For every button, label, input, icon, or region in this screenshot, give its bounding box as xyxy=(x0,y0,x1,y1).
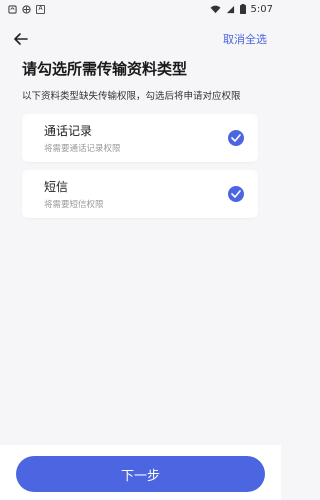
item-label: 通话记录 xyxy=(44,124,93,138)
data-type-item-call-log[interactable]: 通话记录 将需要通话记录权限 xyxy=(22,114,258,162)
next-step-button[interactable]: 下一步 xyxy=(16,456,265,492)
status-left: A xyxy=(8,4,45,14)
a-icon: A xyxy=(36,4,45,14)
wifi-icon xyxy=(210,5,221,14)
back-arrow-icon xyxy=(14,30,28,49)
item-description: 将需要通话记录权限 xyxy=(44,144,121,154)
app-icon xyxy=(22,4,31,14)
status-right: 5:07 xyxy=(210,4,273,15)
page-title: 请勾选所需传输资料类型 xyxy=(22,60,188,78)
data-type-item-sms[interactable]: 短信 将需要短信权限 xyxy=(22,170,258,218)
notification-icon xyxy=(8,4,17,14)
signal-icon xyxy=(226,5,235,14)
checkmark-icon[interactable] xyxy=(228,130,244,146)
checkmark-icon[interactable] xyxy=(228,186,244,202)
item-description: 将需要短信权限 xyxy=(44,200,104,210)
item-label: 短信 xyxy=(44,180,69,194)
top-bar: 取消全选 xyxy=(0,26,281,52)
page-subtitle: 以下资料类型缺失传输权限，勾选后将申请对应权限 xyxy=(22,91,241,102)
status-time: 5:07 xyxy=(250,3,273,15)
status-bar: A 5:07 xyxy=(0,0,281,18)
battery-icon xyxy=(239,4,246,14)
back-button[interactable] xyxy=(12,30,30,48)
cancel-all-button[interactable]: 取消全选 xyxy=(223,31,267,47)
